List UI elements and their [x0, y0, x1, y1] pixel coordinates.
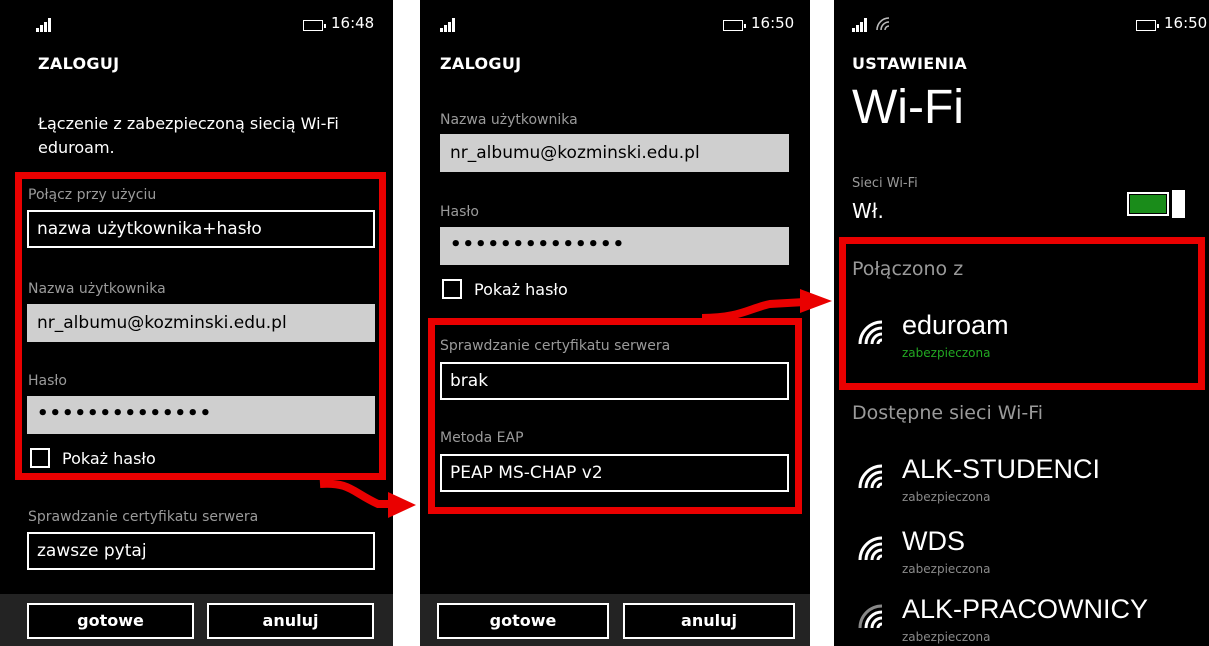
status-bar: 16:50 — [420, 14, 810, 36]
page-title: ZALOGUJ — [38, 54, 120, 73]
password-label: Hasło — [440, 204, 479, 220]
username-label: Nazwa użytkownika — [440, 112, 578, 128]
page-title: ZALOGUJ — [440, 54, 522, 73]
cert-select[interactable]: zawsze pytaj — [27, 532, 375, 570]
wifi-icon — [858, 536, 883, 561]
network-name: ALK-STUDENCI — [902, 454, 1101, 484]
network-name: ALK-PRACOWNICY — [902, 594, 1149, 624]
wifi-toggle[interactable] — [1127, 190, 1185, 218]
battery-icon — [303, 20, 326, 31]
wifi-state: Wł. — [852, 199, 884, 223]
done-button[interactable]: gotowe — [437, 603, 609, 639]
highlight-frame — [15, 172, 386, 480]
highlight-frame — [428, 318, 802, 514]
wifi-status-icon — [876, 17, 890, 31]
screen-login-1: 16:48 ZALOGUJ Łączenie z zabezpieczoną s… — [0, 0, 393, 646]
battery-icon — [723, 20, 746, 31]
password-field[interactable]: •••••••••••••• — [440, 227, 789, 265]
highlight-frame — [839, 237, 1205, 390]
status-bar: 16:48 — [0, 14, 393, 36]
page-title: Wi-Fi — [852, 81, 964, 134]
show-password-checkbox[interactable] — [442, 279, 462, 299]
network-status: zabezpieczona — [902, 562, 991, 576]
available-header: Dostępne sieci Wi-Fi — [852, 402, 1044, 424]
username-field[interactable]: nr_albumu@kozminski.edu.pl — [440, 134, 789, 172]
signal-icon — [852, 18, 872, 32]
network-status: zabezpieczona — [902, 630, 991, 644]
screen-wifi-settings: 16:50 USTAWIENIA Wi-Fi Sieci Wi-Fi Wł. P… — [834, 0, 1209, 646]
section-title: USTAWIENIA — [852, 54, 968, 73]
done-button[interactable]: gotowe — [27, 603, 194, 639]
screen-login-2: 16:50 ZALOGUJ Nazwa użytkownika nr_album… — [420, 0, 810, 646]
wifi-icon — [858, 464, 883, 489]
cert-label: Sprawdzanie certyfikatu serwera — [28, 509, 259, 525]
app-bar: gotowe anuluj — [0, 594, 393, 646]
status-bar: 16:50 — [834, 14, 1209, 36]
cancel-button[interactable]: anuluj — [623, 603, 795, 639]
clock: 16:50 — [751, 14, 795, 32]
network-status: zabezpieczona — [902, 490, 991, 504]
app-bar: gotowe anuluj — [420, 594, 810, 646]
wifi-label: Sieci Wi-Fi — [852, 176, 918, 191]
signal-icon — [440, 18, 460, 32]
clock: 16:48 — [331, 14, 375, 32]
clock: 16:50 — [1164, 14, 1208, 32]
intro-text: Łączenie z zabezpieczoną siecią Wi-Fi ed… — [38, 114, 339, 157]
show-password-label: Pokaż hasło — [474, 280, 568, 299]
network-name: WDS — [902, 526, 965, 556]
signal-icon — [36, 18, 56, 32]
wifi-icon — [858, 604, 883, 629]
battery-icon — [1136, 20, 1159, 31]
cancel-button[interactable]: anuluj — [207, 603, 374, 639]
